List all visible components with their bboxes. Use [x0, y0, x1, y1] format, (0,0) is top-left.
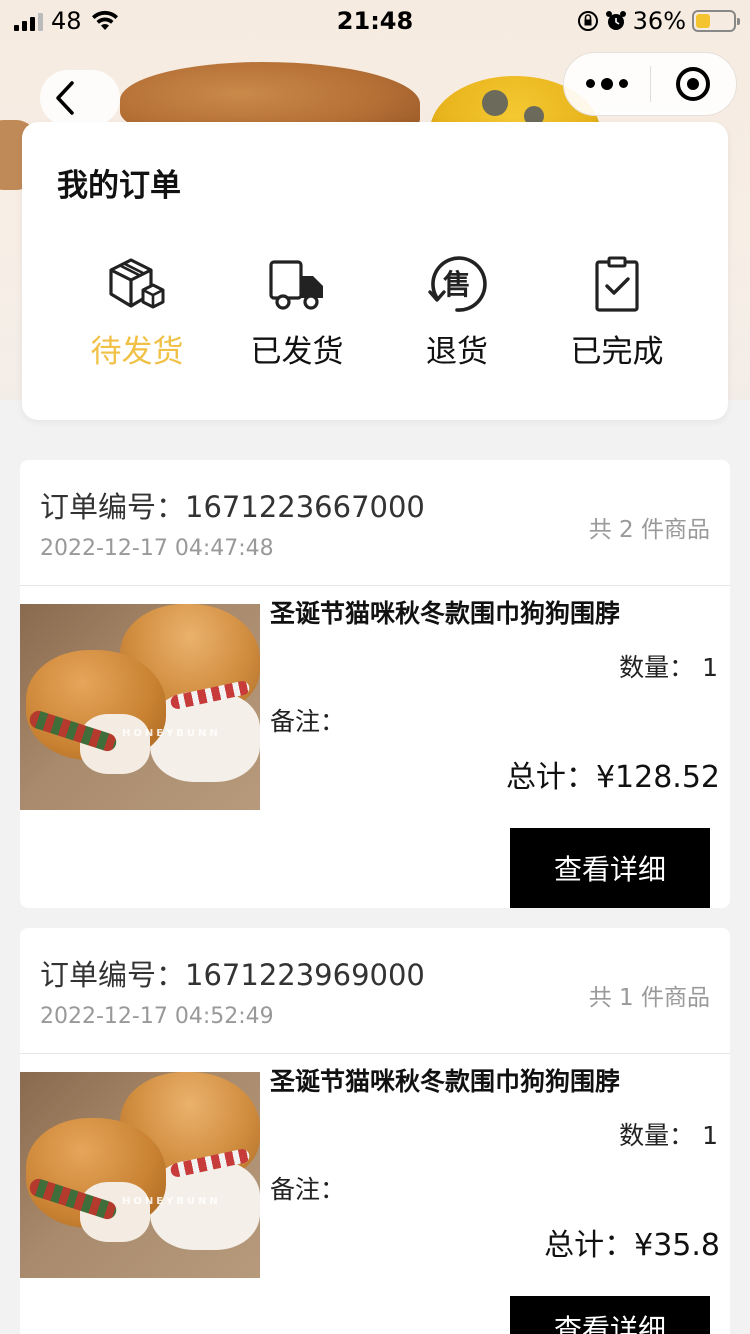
tab-label: 退货 [426, 334, 488, 370]
order-status-tabs: 待发货 已发货 售 退货 已完成 [57, 252, 697, 371]
battery-percent: 36% [632, 7, 686, 35]
tab-completed[interactable]: 已完成 [547, 252, 687, 371]
tab-label: 待发货 [90, 334, 184, 370]
order-body: HONEYBUNN 圣诞节猫咪秋冬款围巾狗狗围脖 数量： 1 备注： 总计：¥3… [20, 1054, 730, 1334]
quantity: 数量： 1 [619, 1116, 718, 1152]
tab-label: 已发货 [250, 334, 344, 370]
quantity: 数量： 1 [619, 648, 718, 684]
order-header: 订单编号：1671223969000 2022-12-17 04:52:49 共… [20, 928, 730, 1054]
my-orders-title: 我的订单 [57, 168, 181, 204]
order-body: HONEYBUNN 圣诞节猫咪秋冬款围巾狗狗围脖 数量： 1 备注： 总计：¥1… [20, 586, 730, 908]
quantity-value: 1 [702, 653, 718, 682]
order-total: 总计：¥128.52 [506, 752, 720, 796]
total-value: ¥128.52 [595, 760, 720, 795]
order-card: 订单编号：1671223969000 2022-12-17 04:52:49 共… [20, 928, 730, 1334]
image-watermark: HONEYBUNN [122, 1196, 221, 1207]
back-button[interactable] [40, 70, 120, 126]
svg-text:售: 售 [443, 268, 471, 301]
tab-pending-shipment[interactable]: 待发货 [67, 252, 207, 371]
product-title[interactable]: 圣诞节猫咪秋冬款围巾狗狗围脖 [270, 594, 620, 630]
tab-label: 已完成 [570, 334, 664, 370]
tab-returns[interactable]: 售 退货 [387, 252, 527, 371]
quantity-label: 数量： [619, 1121, 695, 1150]
order-note: 备注： [270, 1175, 346, 1204]
order-number: 订单编号：1671223667000 [40, 484, 425, 526]
return-icon: 售 [428, 256, 487, 312]
view-details-button[interactable]: 查看详细 [510, 828, 710, 908]
my-orders-card: 我的订单 待发货 已发货 售 退货 已完成 [22, 122, 728, 420]
rotation-lock-icon [577, 11, 598, 31]
miniprogram-capsule [563, 52, 737, 116]
package-icon [109, 258, 165, 309]
target-icon [676, 67, 711, 101]
chevron-left-icon [56, 81, 74, 115]
order-note: 备注： [270, 707, 346, 736]
total-value: ¥35.8 [634, 1228, 720, 1263]
product-image[interactable]: HONEYBUNN [20, 604, 260, 810]
clipboard-check-icon [595, 256, 639, 312]
order-date: 2022-12-17 04:52:49 [40, 1004, 274, 1029]
item-count: 共 1 件商品 [588, 985, 710, 1011]
tab-shipped[interactable]: 已发货 [227, 252, 367, 371]
order-total: 总计：¥35.8 [544, 1220, 720, 1264]
close-miniprogram-button[interactable] [651, 67, 737, 101]
order-number-value: 1671223667000 [185, 490, 425, 524]
signal-text: 48 [51, 7, 82, 35]
order-number-label: 订单编号： [40, 490, 186, 524]
quantity-label: 数量： [619, 653, 695, 682]
signal-icon [14, 11, 43, 31]
order-number: 订单编号：1671223969000 [40, 952, 425, 994]
product-title[interactable]: 圣诞节猫咪秋冬款围巾狗狗围脖 [270, 1062, 620, 1098]
order-date: 2022-12-17 04:47:48 [40, 536, 274, 561]
order-number-label: 订单编号： [40, 958, 186, 992]
product-image[interactable]: HONEYBUNN [20, 1072, 260, 1278]
order-card: 订单编号：1671223667000 2022-12-17 04:47:48 共… [20, 460, 730, 908]
view-details-button[interactable]: 查看详细 [510, 1296, 710, 1334]
wifi-icon [91, 10, 118, 30]
quantity-value: 1 [702, 1121, 718, 1150]
order-header: 订单编号：1671223667000 2022-12-17 04:47:48 共… [20, 460, 730, 586]
total-label: 总计： [544, 1228, 635, 1263]
truck-icon [269, 260, 323, 310]
status-bar: 48 21:48 36% [0, 0, 750, 42]
battery-icon [692, 10, 740, 32]
more-button[interactable] [564, 77, 650, 90]
alarm-icon [605, 11, 626, 30]
order-number-value: 1671223969000 [185, 958, 425, 992]
total-label: 总计： [505, 760, 596, 795]
item-count: 共 2 件商品 [588, 517, 710, 543]
image-watermark: HONEYBUNN [122, 728, 221, 739]
